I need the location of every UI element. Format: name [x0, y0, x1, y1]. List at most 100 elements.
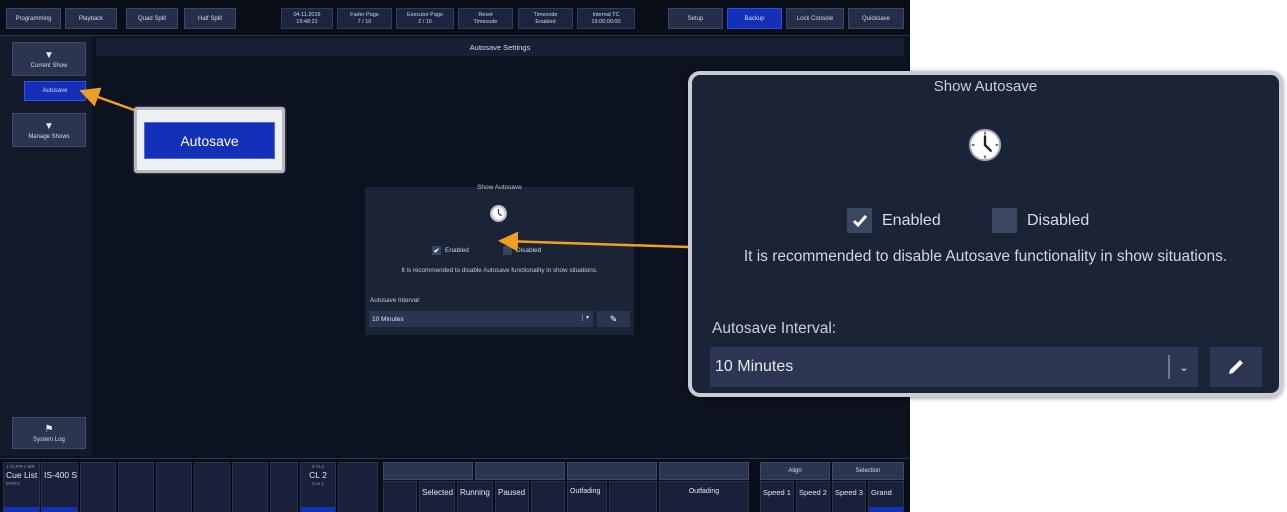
enabled-label: Enabled: [882, 211, 941, 229]
interval-select-zoomed[interactable]: 10 Minutes ⌄: [710, 347, 1198, 387]
executor-page-button[interactable]: Executor Page 2 / 10: [396, 8, 454, 29]
clock-icon: [490, 205, 507, 222]
interval-value: 10 Minutes: [715, 358, 794, 375]
interval-label-zoomed: Autosave Interval:: [712, 320, 837, 337]
playback-outfading-2[interactable]: Outfading: [659, 481, 749, 512]
playback-cue-list[interactable]: 1 CLIFR 2 MR Cue List INTRO: [3, 462, 40, 512]
playback-cl2[interactable]: 9 CL2 CL 2 Cue 1: [300, 462, 336, 512]
lock-console-button[interactable]: Lock Console: [786, 8, 844, 29]
pencil-icon: [1229, 360, 1243, 374]
playback-item[interactable]: [383, 481, 417, 512]
tab-half-split[interactable]: Half Split: [184, 8, 236, 29]
autosave-button-zoomed[interactable]: Autosave: [144, 122, 275, 159]
cell-main: IS-400 S: [44, 470, 78, 480]
interval-value: 10 Minutes: [372, 315, 404, 323]
fader-page-value: 7 / 10: [357, 18, 372, 25]
show-autosave-panel: Show Autosave ✔ Enabled Disabled It is r…: [365, 184, 634, 335]
sidebar-item-label: Manage Shows: [28, 133, 70, 140]
playback-empty[interactable]: [80, 462, 116, 512]
enabled-label: Enabled: [445, 247, 469, 254]
reset-value: Timecode: [473, 18, 498, 25]
clock-display: 04.11.2016 19:48:21: [281, 8, 333, 29]
playback-empty[interactable]: [338, 462, 378, 512]
sidebar-item-label: Current Show: [30, 62, 68, 69]
align-header[interactable]: Align: [760, 462, 830, 480]
chevron-down-icon: ▼: [44, 120, 54, 132]
tab-programming[interactable]: Programming: [6, 8, 61, 29]
playback-empty[interactable]: [156, 462, 192, 512]
zoom-title: Show Autosave: [933, 78, 1038, 95]
playback-empty[interactable]: [270, 462, 298, 512]
group-header: [383, 462, 473, 480]
interval-select[interactable]: 10 Minutes ▾: [369, 311, 593, 327]
enabled-checkbox-zoomed[interactable]: Enabled: [847, 208, 941, 233]
playback-item[interactable]: [609, 481, 657, 512]
fader-page-button[interactable]: Fader Page 7 / 10: [337, 8, 392, 29]
group-header: [659, 462, 749, 480]
bottom-playback-strip: 1 CLIFR 2 MR Cue List INTRO IS-400 S 9 C…: [0, 458, 910, 512]
enabled-checkbox[interactable]: ✔ Enabled: [432, 246, 469, 255]
checkbox-empty-icon: [503, 246, 512, 255]
reset-timecode-button[interactable]: Reset Timecode: [458, 8, 513, 29]
cell-sub: INTRO: [6, 481, 20, 486]
playback-outfading[interactable]: Outfading: [567, 481, 607, 512]
timecode-label: Timecode: [533, 11, 558, 18]
playback-is400[interactable]: IS-400 S: [41, 462, 78, 512]
date-text: 04.11.2016: [293, 11, 321, 18]
playback-running[interactable]: Running: [457, 481, 493, 512]
autosave-callout: Autosave: [134, 107, 285, 173]
edit-button-zoomed[interactable]: [1210, 347, 1262, 387]
disabled-checkbox-zoomed[interactable]: Disabled: [992, 208, 1089, 233]
sidebar-item-autosave[interactable]: Autosave: [24, 81, 86, 101]
pencil-icon: ✎: [609, 313, 618, 324]
pin-icon: ⚑: [44, 423, 54, 435]
playback-empty[interactable]: [194, 462, 230, 512]
zoomed-autosave-panel: Show Autosave Enabled Disabled It is rec…: [688, 71, 1283, 397]
cell-header: 9 CL2: [311, 464, 324, 469]
edit-button[interactable]: ✎: [597, 311, 630, 327]
checkbox-empty-icon: [992, 208, 1017, 233]
sidebar-item-current-show[interactable]: ▼ Current Show: [12, 42, 86, 76]
playback-selected[interactable]: Selected: [419, 481, 455, 512]
chevron-down-icon: ▾: [581, 314, 589, 321]
tab-quad-split[interactable]: Quad Split: [126, 8, 178, 29]
playback-paused[interactable]: Paused: [495, 481, 529, 512]
group-header: [567, 462, 657, 480]
fader-page-label: Fader Page: [350, 11, 379, 18]
recommendation-note: It is recommended to disable Autosave fu…: [401, 267, 598, 274]
disabled-checkbox[interactable]: Disabled: [503, 246, 541, 255]
executor-page-value: 2 / 10: [418, 18, 432, 25]
active-bar: [301, 507, 335, 512]
cell-sub: Cue 1: [311, 481, 324, 486]
timecode-button[interactable]: Timecode Enabled: [518, 8, 573, 29]
panel-title: Show Autosave: [477, 184, 522, 191]
tab-playback[interactable]: Playback: [65, 8, 117, 29]
speed-3[interactable]: Speed 3: [832, 481, 866, 512]
speed-1[interactable]: Speed 1: [760, 481, 794, 512]
sidebar-item-manage-shows[interactable]: ▼ Manage Shows: [12, 113, 86, 147]
playback-item[interactable]: [531, 481, 565, 512]
sidebar-item-system-log[interactable]: ⚑ System Log: [12, 417, 86, 449]
selection-header[interactable]: Selection: [832, 462, 904, 480]
top-bar: Programming Playback Quad Split Half Spl…: [0, 0, 910, 36]
internal-tc-value: 19:00:00:00: [591, 18, 621, 25]
executor-page-label: Executor Page: [406, 11, 444, 18]
playback-empty[interactable]: [118, 462, 154, 512]
grand-master[interactable]: Grand: [868, 481, 904, 512]
sidebar-item-label: System Log: [33, 436, 65, 443]
clock-icon: [968, 128, 1002, 162]
page-title: Autosave Settings: [96, 38, 904, 56]
reset-label: Reset: [478, 11, 493, 18]
check-icon: [847, 208, 872, 233]
speed-2[interactable]: Speed 2: [796, 481, 830, 512]
backup-button[interactable]: Backup: [727, 8, 782, 29]
quicksave-button[interactable]: Quicksave: [848, 8, 904, 29]
setup-button[interactable]: Setup: [668, 8, 723, 29]
disabled-label: Disabled: [1027, 211, 1090, 229]
internal-tc-display: Internal TC 19:00:00:00: [577, 8, 635, 29]
cell-header: 1 CLIFR 2 MR: [6, 464, 35, 469]
cell-main: CL 2: [309, 470, 327, 480]
chevron-down-icon: ▼: [44, 49, 54, 61]
playback-empty[interactable]: [232, 462, 268, 512]
group-header: [475, 462, 565, 480]
